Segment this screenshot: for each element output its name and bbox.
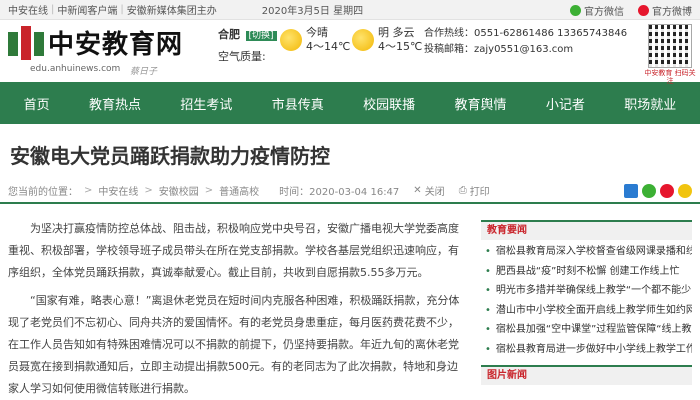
weather-today: 今晴 4～14℃ xyxy=(280,26,350,54)
sunny-icon xyxy=(280,29,302,51)
education-news-list: 宿松县教育局深入学校督查省级网课录播和线上 肥西县战“疫”时刻不松懈 创建工作线… xyxy=(481,240,692,359)
print-button[interactable]: ⎙ 打印 xyxy=(459,183,490,198)
official-weibo-label: 官方微博 xyxy=(652,6,692,18)
close-label: 关闭 xyxy=(424,186,445,198)
weather-today-label: 今晴 xyxy=(306,26,328,39)
share-wechat-icon[interactable] xyxy=(642,184,656,198)
breadcrumb-link-university[interactable]: 普通高校 xyxy=(219,183,259,198)
qr-caption: 中安教育 扫码关注 xyxy=(644,69,696,85)
nav-item-hot[interactable]: 教育热点 xyxy=(81,94,149,113)
contact-info: 合作热线：0551-62861486 13365743846 投稿邮箱：zajy… xyxy=(424,26,627,58)
article-time: 时间：2020-03-04 16:47 xyxy=(279,186,400,198)
education-news-heading: 教育要闻 xyxy=(481,220,692,240)
top-bar: 中安在线 | 中新闻客户端 | 安徽新媒体集团主办 2020年3月5日 星期四 … xyxy=(0,0,700,20)
separator: | xyxy=(51,4,55,15)
separator: | xyxy=(120,4,124,15)
weather-widget: 合肥 [切换] 空气质量: xyxy=(218,26,277,64)
official-wechat-label: 官方微信 xyxy=(584,6,624,18)
list-item[interactable]: 肥西县战“疫”时刻不松懈 创建工作线上忙 xyxy=(485,262,692,282)
logo-url: edu.anhuinews.com xyxy=(30,64,121,74)
qr-code-icon xyxy=(648,24,692,68)
topbar-date: 2020年3月5日 星期四 xyxy=(261,6,364,17)
nav-item-opinion[interactable]: 教育舆情 xyxy=(447,94,515,113)
weather-today-temp: 4～14℃ xyxy=(306,40,351,53)
print-label: 打印 xyxy=(469,186,490,198)
article-title: 安徽电大党员踊跃捐款助力疫情防控 xyxy=(10,144,330,168)
weather-tomorrow: 明 多云 4～15℃ xyxy=(352,26,422,54)
nav-item-home[interactable]: 首页 xyxy=(16,94,58,113)
official-weibo-link[interactable]: 官方微博 xyxy=(638,3,692,18)
logo-text: 中安教育网 xyxy=(48,30,184,60)
breadcrumb: 您当前的位置： > 中安在线 > 安徽校园 > 普通高校 时间：2020-03-… xyxy=(0,178,700,204)
share-qzone-icon[interactable] xyxy=(678,184,692,198)
weather-tomorrow-label: 明 多云 xyxy=(378,26,415,39)
site-logo[interactable]: 中安教育网 xyxy=(8,24,183,61)
share-bar xyxy=(624,184,692,198)
weather-city: 合肥 xyxy=(218,28,240,41)
main-nav: 首页 教育热点 招生考试 市县传真 校园联播 教育舆情 小记者 职场就业 xyxy=(0,82,700,124)
official-wechat-link[interactable]: 官方微信 xyxy=(570,3,624,18)
weather-tomorrow-temp: 4～15℃ xyxy=(378,40,423,53)
article-paragraph: 为坚决打赢疫情防控总体战、阻击战，积极响应党中央号召，安徽广播电视大学党委高度重… xyxy=(8,222,459,279)
share-weibo-icon[interactable] xyxy=(660,184,674,198)
list-item[interactable]: 宿松县教育局深入学校督查省级网课录播和线上 xyxy=(485,242,692,262)
topbar-link-client[interactable]: 中新闻客户端 xyxy=(57,2,117,17)
logo-signature: 蔡日子 xyxy=(130,67,158,77)
nav-item-career[interactable]: 职场就业 xyxy=(616,94,684,113)
content-area: 为坚决打赢疫情防控总体战、阻击战，积极响应党中央号召，安徽广播电视大学党委高度重… xyxy=(0,204,700,400)
contact-phone: 合作热线：0551-62861486 13365743846 xyxy=(424,28,628,39)
contact-email: 投稿邮箱：zajy0551@163.com xyxy=(424,44,574,55)
article-paragraph: “国家有难，略表心意！”离退休老党员在短时间内克服各种困难，积极踊跃捐款，充分体… xyxy=(8,294,460,395)
list-item[interactable]: 明光市多措并举确保线上教学“一个都不能少” xyxy=(485,281,692,301)
logo-mark-icon xyxy=(8,25,44,60)
topbar-link-zhongan[interactable]: 中安在线 xyxy=(8,2,48,17)
topbar-social: 官方微信 官方微博 xyxy=(570,0,692,20)
share-plus-icon[interactable] xyxy=(624,184,638,198)
printer-icon: ⎙ xyxy=(458,184,467,196)
breadcrumb-link-campus[interactable]: 安徽校园 xyxy=(159,183,199,198)
nav-item-campus[interactable]: 校园联播 xyxy=(355,94,423,113)
article-body: 为坚决打赢疫情防控总体战、阻击战，积极响应党中央号召，安徽广播电视大学党委高度重… xyxy=(8,204,463,400)
nav-item-county[interactable]: 市县传真 xyxy=(264,94,332,113)
weather-switch-button[interactable]: [切换] xyxy=(245,31,277,41)
sunny-icon xyxy=(352,29,374,51)
close-button[interactable]: ✕ 关闭 xyxy=(413,183,444,198)
weibo-icon xyxy=(638,4,649,16)
nav-item-reporter[interactable]: 小记者 xyxy=(538,94,593,113)
list-item[interactable]: 宿松县加强“空中课堂”过程监管保障“线上教 xyxy=(485,320,692,340)
topbar-organizer: 安徽新媒体集团主办 xyxy=(126,6,217,17)
list-item[interactable]: 宿松县教育局进一步做好中小学线上教学工作 xyxy=(485,340,692,360)
air-quality-label: 空气质量: xyxy=(218,50,266,63)
breadcrumb-prefix: 您当前的位置： xyxy=(8,186,78,198)
close-icon: ✕ xyxy=(413,184,422,196)
sidebar: 教育要闻 宿松县教育局深入学校督查省级网课录播和线上 肥西县战“疫”时刻不松懈 … xyxy=(481,204,692,400)
site-header: 中安教育网 edu.anhuinews.com 蔡日子 合肥 [切换] 空气质量… xyxy=(0,20,700,85)
wechat-icon xyxy=(570,4,581,16)
photo-news-heading: 图片新闻 xyxy=(481,365,692,385)
breadcrumb-link-zhongan[interactable]: 中安在线 xyxy=(98,183,138,198)
list-item[interactable]: 潜山市中小学校全面开启线上教学师生如约网 xyxy=(485,301,692,321)
nav-item-admission[interactable]: 招生考试 xyxy=(172,94,240,113)
